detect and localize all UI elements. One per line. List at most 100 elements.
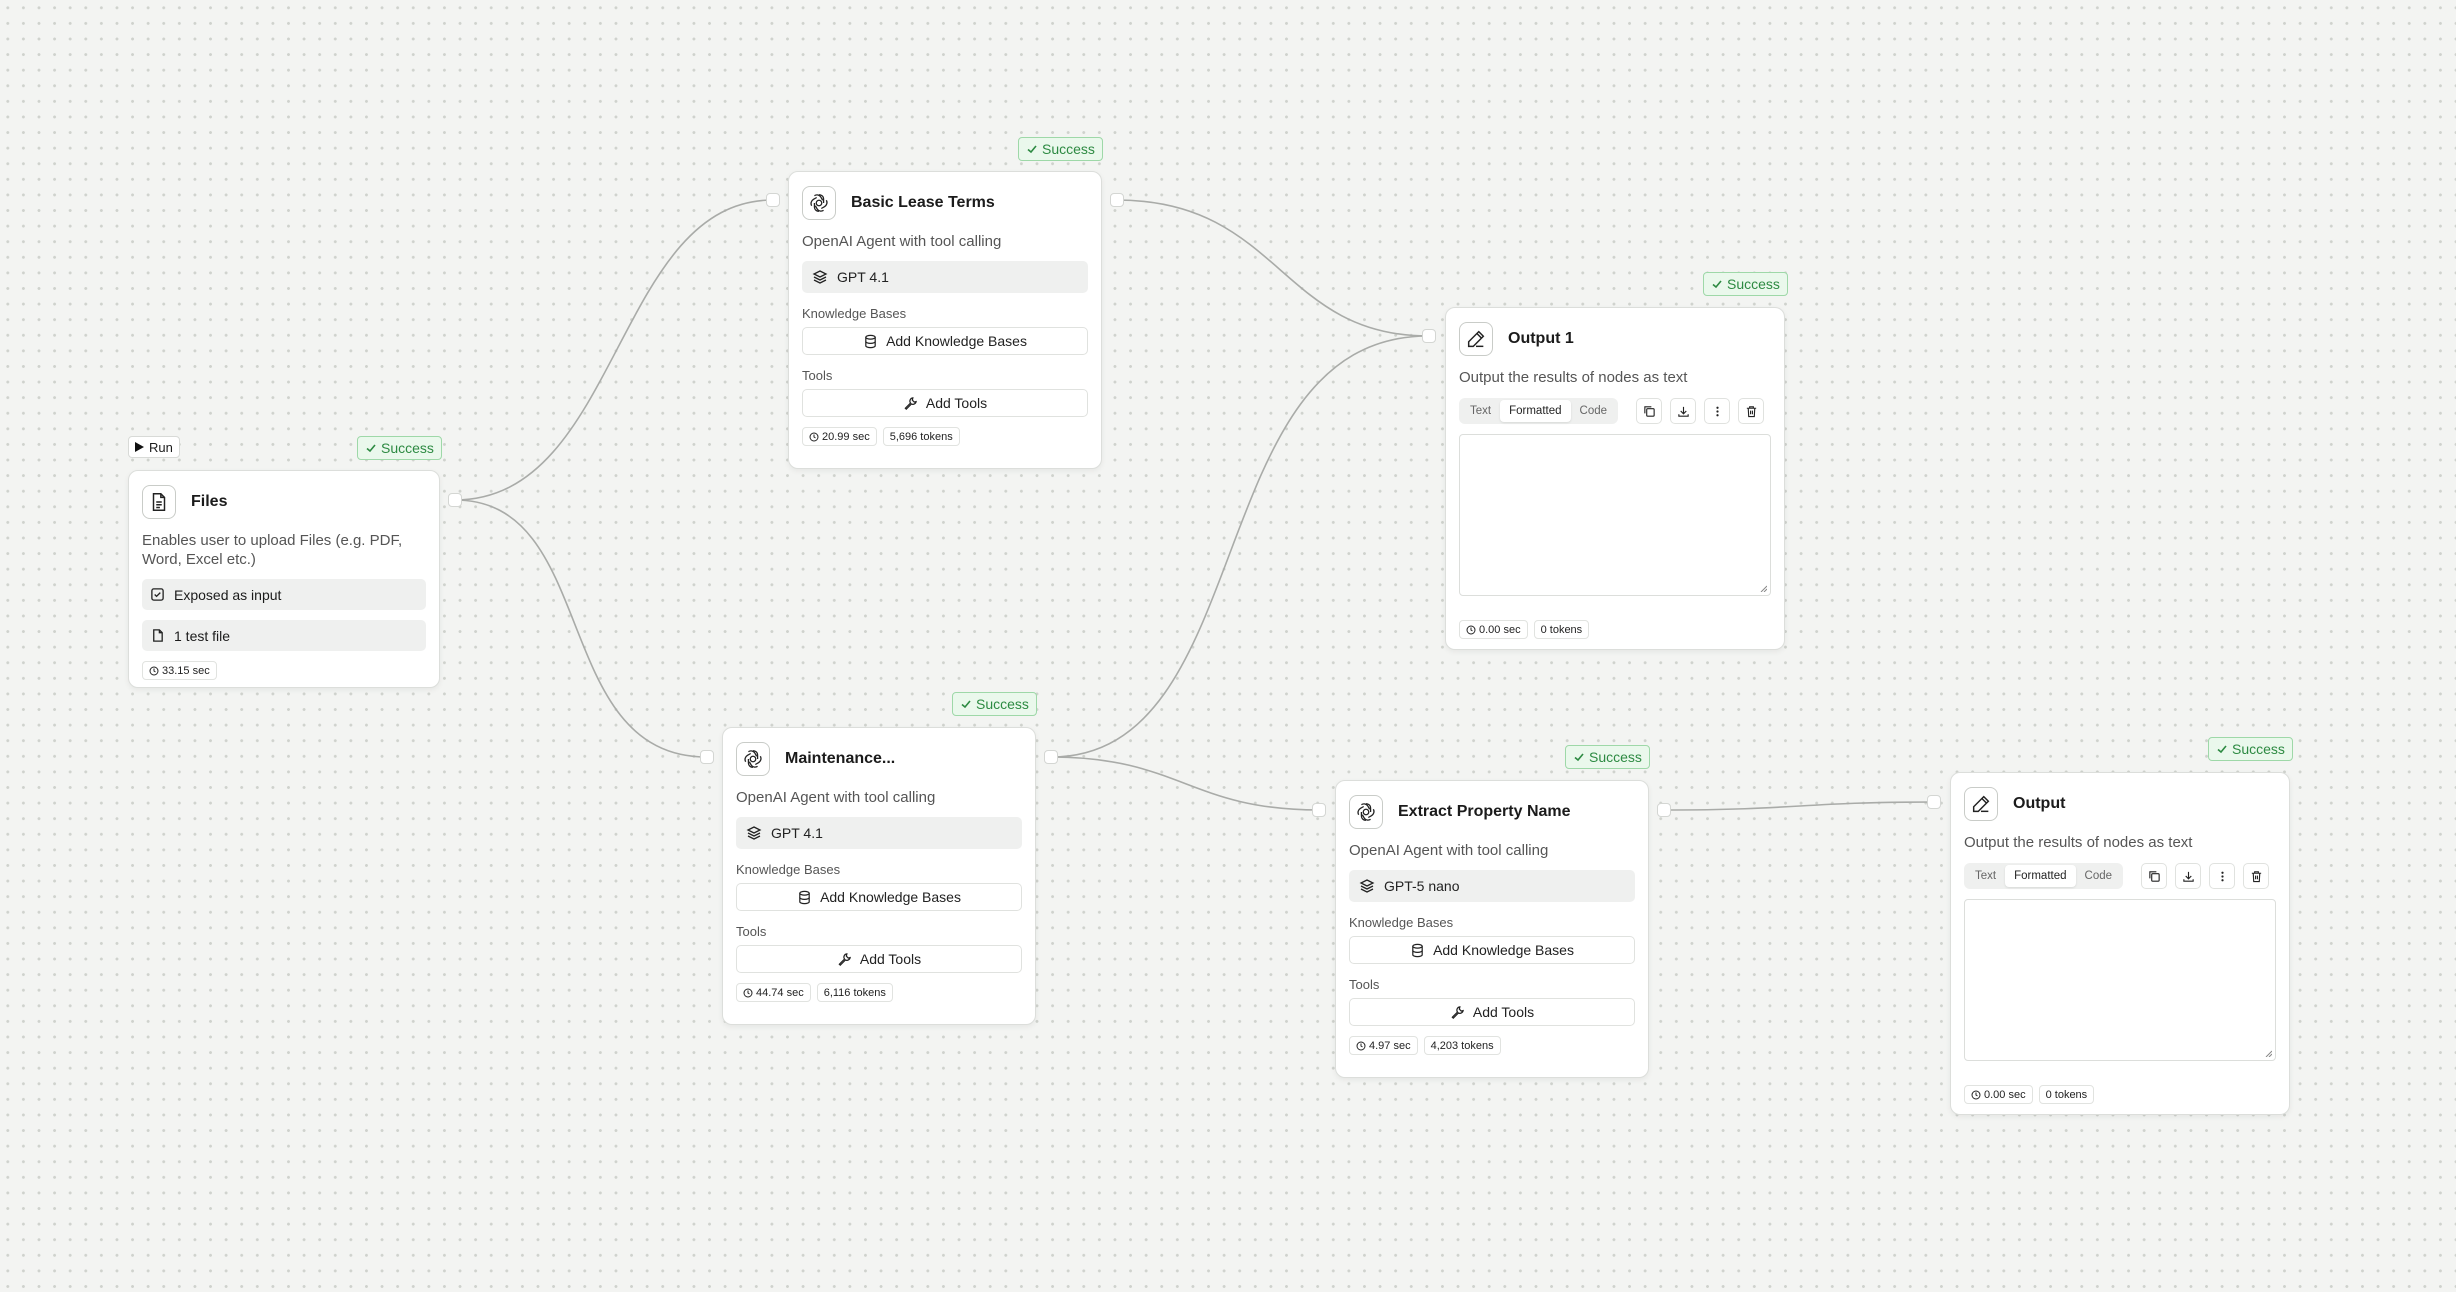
download-icon[interactable]: [1670, 398, 1697, 424]
tokens-stat: 0 tokens: [2038, 1085, 2095, 1104]
check-icon: [1712, 280, 1722, 289]
check-icon: [1574, 753, 1584, 762]
maintenance-success-badge: Success: [952, 692, 1037, 716]
run-label: Run: [149, 439, 173, 455]
wrench-icon: [838, 952, 851, 966]
edge-maintenance-extract: [1050, 756, 1320, 811]
output-success-badge: Success: [2208, 737, 2293, 761]
database-icon: [799, 890, 810, 904]
knowledge-bases-label: Knowledge Bases: [736, 862, 841, 877]
trash-icon[interactable]: [2243, 863, 2270, 889]
tokens-stat: 5,696 tokens: [882, 427, 960, 446]
layers-icon: [812, 270, 828, 284]
files-output-handle[interactable]: [448, 493, 462, 507]
layers-icon: [1359, 879, 1375, 893]
knowledge-bases-label: Knowledge Bases: [1349, 915, 1454, 930]
copy-icon[interactable]: [1636, 398, 1663, 424]
time-stat: 0.00 sec: [1964, 1085, 2033, 1104]
clock-icon: [1466, 625, 1476, 634]
edge-extract-output: [1663, 801, 1936, 811]
view-mode-tabs: Text Formatted Code: [1459, 398, 1619, 424]
output-node[interactable]: Output Output the results of nodes as te…: [1950, 772, 2290, 1115]
maintenance-input-handle[interactable]: [700, 750, 714, 764]
resize-grip-icon[interactable]: [1759, 584, 1767, 592]
maintenance-output-handle[interactable]: [1044, 750, 1058, 764]
clock-icon: [1971, 1090, 1981, 1099]
model-selector[interactable]: GPT 4.1: [736, 817, 1022, 849]
edge-files-basic: [454, 199, 774, 501]
add-knowledge-bases-button[interactable]: Add Knowledge Bases: [736, 883, 1022, 911]
tab-formatted[interactable]: Formatted: [2005, 865, 2076, 887]
node-description: OpenAI Agent with tool calling: [736, 789, 936, 806]
tools-label: Tools: [1349, 977, 1380, 992]
output1-success-badge: Success: [1703, 272, 1788, 296]
database-icon: [1412, 943, 1423, 957]
tokens-stat: 0 tokens: [1533, 620, 1590, 639]
model-selector[interactable]: GPT 4.1: [802, 261, 1088, 293]
add-knowledge-bases-button[interactable]: Add Knowledge Bases: [802, 327, 1088, 355]
basic-lease-terms-node[interactable]: Basic Lease Terms OpenAI Agent with tool…: [788, 171, 1102, 469]
tab-text[interactable]: Text: [1966, 865, 2005, 887]
exposed-as-input-toggle[interactable]: Exposed as input: [142, 579, 426, 610]
edge-maintenance-output1: [1050, 335, 1429, 758]
pencil-icon: [1459, 322, 1493, 356]
more-vertical-icon[interactable]: [2209, 863, 2236, 889]
checkbox-icon: [151, 588, 164, 601]
tab-code[interactable]: Code: [1571, 400, 1617, 422]
add-tools-button[interactable]: Add Tools: [736, 945, 1022, 973]
extract-input-handle[interactable]: [1312, 803, 1326, 817]
clock-icon: [809, 432, 819, 441]
more-vertical-icon[interactable]: [1704, 398, 1731, 424]
output1-input-handle[interactable]: [1422, 329, 1436, 343]
extract-property-name-node[interactable]: Extract Property Name OpenAI Agent with …: [1335, 780, 1649, 1078]
basic-input-handle[interactable]: [766, 193, 780, 207]
model-selector[interactable]: GPT-5 nano: [1349, 870, 1635, 902]
test-file-row[interactable]: 1 test file: [142, 620, 426, 651]
check-icon: [961, 700, 971, 709]
output-textarea[interactable]: [1964, 899, 2276, 1061]
play-icon: [135, 442, 144, 452]
time-stat: 0.00 sec: [1459, 620, 1528, 639]
tab-code[interactable]: Code: [2076, 865, 2122, 887]
output-1-node[interactable]: Output 1 Output the results of nodes as …: [1445, 307, 1785, 650]
add-knowledge-bases-button[interactable]: Add Knowledge Bases: [1349, 936, 1635, 964]
output-input-handle[interactable]: [1927, 795, 1941, 809]
tab-text[interactable]: Text: [1461, 400, 1500, 422]
tools-label: Tools: [802, 368, 833, 383]
add-tools-button[interactable]: Add Tools: [1349, 998, 1635, 1026]
layers-icon: [746, 826, 762, 840]
node-description: Enables user to upload Files (e.g. PDF, …: [142, 532, 403, 568]
extract-success-badge: Success: [1565, 745, 1650, 769]
file-icon: [153, 629, 163, 642]
extract-output-handle[interactable]: [1657, 803, 1671, 817]
file-text-icon: [142, 485, 176, 519]
check-icon: [2217, 745, 2227, 754]
tokens-stat: 6,116 tokens: [816, 983, 893, 1002]
tokens-stat: 4,203 tokens: [1423, 1036, 1501, 1055]
node-title: Output 1: [1508, 330, 1574, 347]
openai-icon: [802, 186, 836, 220]
node-title: Basic Lease Terms: [851, 194, 995, 211]
node-title: Maintenance...: [785, 750, 896, 767]
basic-success-badge: Success: [1018, 137, 1103, 161]
time-stat: 20.99 sec: [802, 427, 877, 446]
basic-output-handle[interactable]: [1110, 193, 1124, 207]
output-textarea[interactable]: [1459, 434, 1771, 596]
files-node[interactable]: Files Enables user to upload Files (e.g.…: [128, 470, 440, 688]
check-icon: [1027, 145, 1037, 154]
download-icon[interactable]: [2175, 863, 2202, 889]
node-title: Output: [2013, 795, 2066, 812]
clock-icon: [1356, 1041, 1366, 1050]
trash-icon[interactable]: [1738, 398, 1765, 424]
maintenance-node[interactable]: Maintenance... OpenAI Agent with tool ca…: [722, 727, 1036, 1025]
clock-icon: [743, 988, 753, 997]
resize-grip-icon[interactable]: [2264, 1049, 2272, 1057]
copy-icon[interactable]: [2141, 863, 2168, 889]
run-button[interactable]: Run: [128, 436, 180, 458]
node-description: Output the results of nodes as text: [1459, 369, 1688, 386]
tools-label: Tools: [736, 924, 767, 939]
clock-icon: [149, 666, 159, 675]
tab-formatted[interactable]: Formatted: [1500, 400, 1571, 422]
add-tools-button[interactable]: Add Tools: [802, 389, 1088, 417]
node-description: OpenAI Agent with tool calling: [1349, 842, 1549, 859]
